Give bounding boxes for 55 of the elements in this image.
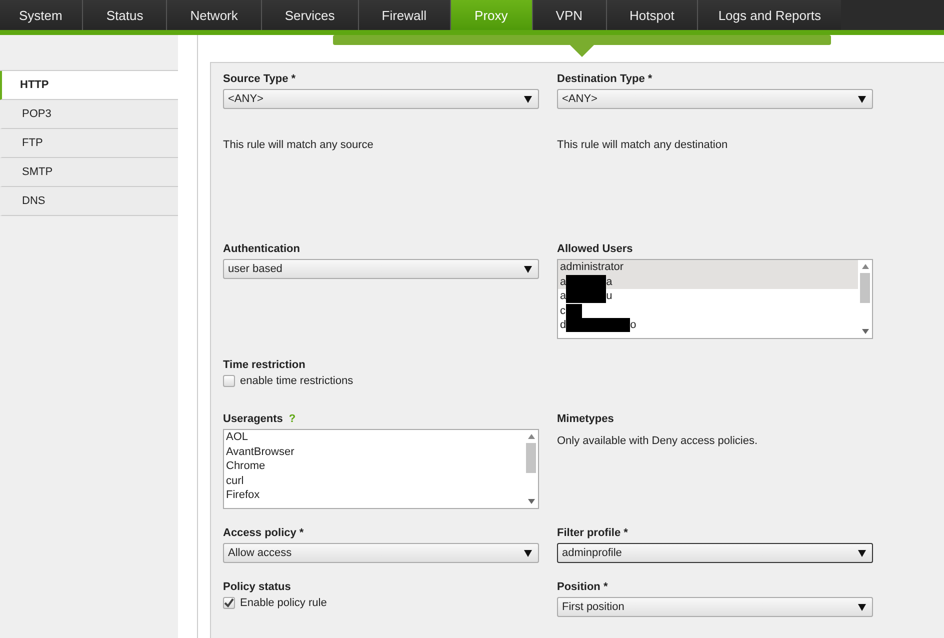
field-label: Allowed Users (557, 243, 634, 255)
field-label: Source Type * (223, 73, 297, 85)
caret-icon (858, 604, 866, 610)
useragents-listbox[interactable]: AOL AvantBrowser Chrome curl Firefox (223, 429, 539, 509)
nav-tab[interactable]: Hotspot (606, 0, 698, 30)
nav-tab[interactable]: Logs and Reports (698, 0, 841, 30)
nav-tab[interactable]: Status (83, 0, 168, 30)
useragent-option[interactable]: AvantBrowser (224, 444, 524, 459)
checkbox[interactable] (223, 597, 235, 609)
caret-icon (858, 96, 866, 102)
caret-icon (858, 550, 866, 556)
mimetypes-note: Only available with Deny access policies. (557, 435, 759, 447)
user-option[interactable]: c (558, 304, 858, 318)
users-listbox[interactable]: administrator a a a u c d o (557, 259, 873, 339)
rule-note: This rule will match any destination (557, 139, 729, 151)
nav-tab[interactable]: VPN (532, 0, 607, 30)
scroll-up-icon[interactable] (862, 264, 868, 269)
field-label: Useragents (223, 413, 283, 425)
caret-icon (524, 550, 532, 556)
nav-tab[interactable]: Network (167, 0, 262, 30)
field-label: Policy status (223, 581, 292, 593)
caret-icon (524, 96, 532, 102)
destination-type-select[interactable]: <ANY> (557, 89, 873, 109)
field-label: Time restriction (223, 359, 306, 371)
user-option[interactable]: d o (558, 318, 858, 332)
scroll-down-icon[interactable] (862, 329, 868, 334)
field-label: Access policy * (223, 527, 305, 539)
checkbox-label: enable time restrictions (240, 375, 354, 387)
nav-tab[interactable]: Services (262, 0, 359, 30)
user-option[interactable]: a a (558, 274, 858, 289)
scroll-up-icon[interactable] (528, 434, 534, 439)
filter-profile-select[interactable]: adminprofile (557, 543, 873, 563)
position-select[interactable]: First position (557, 597, 873, 617)
scroll-down-icon[interactable] (528, 499, 534, 504)
field-label: Filter profile * (557, 527, 629, 539)
user-option[interactable]: administrator (558, 260, 858, 274)
rule-note: This rule will match any source (223, 139, 374, 151)
sidebar-item[interactable]: HTTP (0, 71, 178, 100)
checkbox-label: Enable policy rule (240, 597, 327, 609)
field-label: Destination Type * (557, 73, 654, 85)
caret-icon (524, 266, 532, 272)
user-option[interactable]: a u (558, 289, 858, 304)
access-policy-select[interactable]: Allow access (223, 543, 539, 563)
checkbox[interactable] (223, 375, 235, 387)
field-label: Mimetypes (557, 413, 615, 425)
nav-tab[interactable]: Firewall (358, 0, 451, 30)
useragent-option[interactable]: AOL (224, 430, 524, 444)
useragent-option[interactable]: Firefox (224, 488, 524, 502)
source-type-select[interactable]: <ANY> (223, 89, 539, 109)
useragent-option[interactable]: Chrome (224, 459, 524, 474)
useragent-option[interactable]: curl (224, 474, 524, 488)
authentication-select[interactable]: user based (223, 259, 539, 279)
nav-tab[interactable]: System (0, 0, 84, 30)
field-label: Position * (557, 581, 609, 593)
field-label: Authentication (223, 243, 301, 255)
